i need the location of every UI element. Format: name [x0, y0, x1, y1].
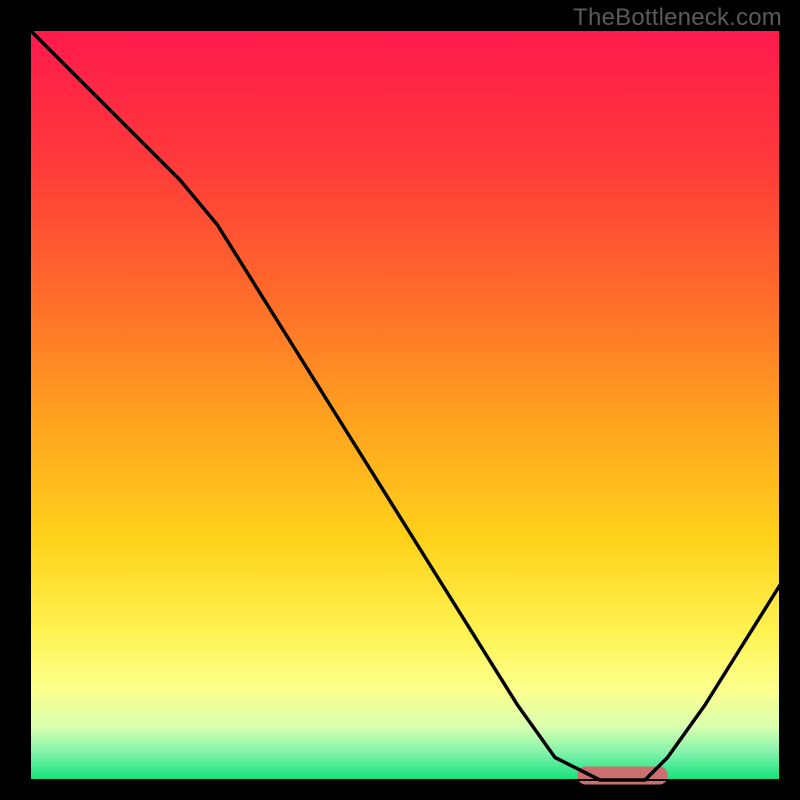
- chart-frame: TheBottleneck.com: [0, 0, 800, 800]
- watermark-label: TheBottleneck.com: [573, 4, 782, 32]
- bottleneck-curve-chart: [0, 0, 800, 800]
